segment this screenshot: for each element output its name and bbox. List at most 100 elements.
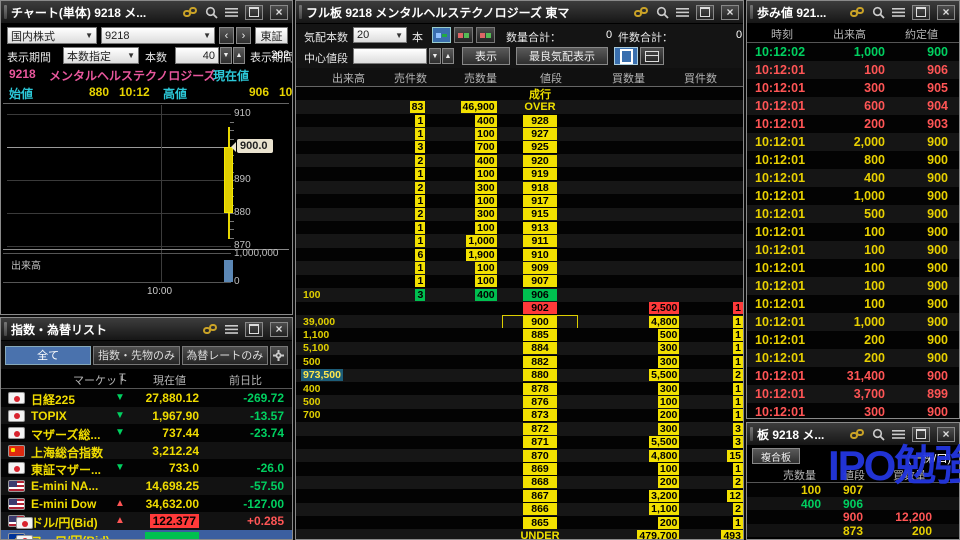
- orderbook-row[interactable]: 500 876 100 1: [296, 395, 743, 409]
- orderbook-row[interactable]: 83 46,900 OVER: [296, 100, 743, 114]
- price-cell[interactable]: 870: [523, 449, 558, 462]
- sell-count-cell[interactable]: 2: [415, 208, 426, 221]
- price-cell[interactable]: 913: [523, 221, 558, 234]
- buy-qty-cell[interactable]: 1,100: [649, 503, 680, 516]
- buy-qty-cell[interactable]: 300: [657, 355, 680, 368]
- maximize-button[interactable]: [912, 426, 930, 442]
- orderbook-row[interactable]: UNDER 479,700 493: [296, 529, 743, 539]
- drag-grip[interactable]: [750, 427, 753, 441]
- close-button[interactable]: ×: [270, 321, 288, 337]
- drag-grip[interactable]: [4, 322, 7, 336]
- orderbook-row[interactable]: 5,100 884 300 1: [296, 341, 743, 356]
- sell-qty-cell[interactable]: 46,900: [460, 101, 497, 114]
- price-cell[interactable]: 871: [523, 436, 558, 449]
- price-cell[interactable]: 910: [523, 248, 558, 261]
- buy-qty-cell[interactable]: 500: [657, 329, 680, 342]
- price-cell[interactable]: 876: [523, 396, 558, 409]
- maximize-button[interactable]: [912, 4, 930, 20]
- sell-qty-cell[interactable]: 100: [475, 194, 497, 207]
- orderbook-row[interactable]: 902 2,500 1: [296, 301, 743, 315]
- maximize-button[interactable]: [245, 321, 263, 337]
- buy-count-cell[interactable]: 15: [727, 449, 743, 462]
- link-icon[interactable]: [634, 6, 649, 18]
- maximize-button[interactable]: [696, 4, 714, 20]
- sell-qty-cell[interactable]: 1,000: [466, 235, 497, 248]
- sell-count-cell[interactable]: 1: [415, 114, 426, 127]
- buy-count-cell[interactable]: 1: [733, 409, 743, 422]
- buy-qty-cell[interactable]: 3,200: [649, 489, 680, 502]
- sell-count-cell[interactable]: 1: [415, 221, 426, 234]
- board-layout-icon-3[interactable]: [476, 27, 495, 43]
- tab-fx-only[interactable]: 為替レートのみ: [181, 345, 268, 365]
- sell-qty-cell[interactable]: 400: [475, 288, 497, 301]
- index-row[interactable]: 上海総合指数 3,212.24: [1, 441, 292, 460]
- center-price-step-down[interactable]: ▼: [429, 48, 441, 64]
- buy-qty-cell[interactable]: 2,500: [649, 302, 680, 315]
- price-cell[interactable]: 919: [523, 168, 558, 181]
- sell-qty-cell[interactable]: 100: [475, 127, 497, 140]
- index-titlebar[interactable]: 指数・為替リスト ×: [1, 318, 292, 341]
- tab-indices-only[interactable]: 指数・先物のみ: [93, 345, 180, 365]
- link-icon[interactable]: [203, 323, 218, 335]
- orderbook-row[interactable]: 500 882 300 1: [296, 355, 743, 369]
- close-button[interactable]: ×: [937, 426, 955, 442]
- sell-qty-cell[interactable]: 1,900: [466, 248, 497, 261]
- buy-count-cell[interactable]: 12: [727, 489, 743, 502]
- buy-count-cell[interactable]: 1: [733, 302, 743, 315]
- buy-qty-cell[interactable]: 200: [657, 409, 680, 422]
- buy-qty-cell[interactable]: 5,500: [649, 436, 680, 449]
- price-cell[interactable]: 869: [523, 463, 558, 476]
- board-row[interactable]: 873 200: [747, 523, 959, 538]
- index-row[interactable]: E-mini NA... 14,698.25 -57.50: [1, 476, 292, 495]
- buy-qty-cell[interactable]: 300: [657, 342, 680, 355]
- price-cell[interactable]: 927: [523, 127, 558, 140]
- orderbook-row[interactable]: 100 3 400 906: [296, 288, 743, 302]
- tape-titlebar[interactable]: 歩み値 921... ×: [747, 1, 959, 24]
- price-cell[interactable]: 868: [523, 476, 558, 489]
- price-cell[interactable]: 925: [523, 141, 558, 154]
- buy-qty-cell[interactable]: 4,800: [649, 449, 680, 462]
- sell-qty-cell[interactable]: 400: [475, 154, 497, 167]
- orderbook-row[interactable]: 3 700 925: [296, 140, 743, 155]
- chart-titlebar[interactable]: チャート(単体) 9218 メ... ×: [1, 1, 292, 24]
- sell-count-cell[interactable]: 3: [415, 141, 426, 154]
- center-price-input[interactable]: [353, 48, 427, 64]
- sell-count-cell[interactable]: 6: [415, 248, 426, 261]
- sell-count-cell[interactable]: 1: [415, 194, 426, 207]
- orderbook-row[interactable]: 1 100 919: [296, 167, 743, 181]
- close-button[interactable]: ×: [721, 4, 739, 20]
- price-cell[interactable]: 878: [523, 382, 558, 395]
- buy-count-cell[interactable]: 2: [733, 476, 743, 489]
- price-cell[interactable]: 成行: [529, 86, 551, 102]
- market-select[interactable]: 国内株式 ▼: [7, 27, 97, 44]
- buy-count-cell[interactable]: 1: [733, 516, 743, 529]
- sell-qty-cell[interactable]: 100: [475, 275, 497, 288]
- maximize-button[interactable]: [245, 4, 263, 20]
- orderbook-row[interactable]: 400 878 300 1: [296, 381, 743, 396]
- best-quote-button[interactable]: 最良気配表示: [516, 47, 608, 65]
- price-cell[interactable]: 866: [523, 503, 558, 516]
- horizontal-layout-toggle[interactable]: [640, 47, 664, 65]
- buy-qty-cell[interactable]: 300: [657, 382, 680, 395]
- menu-icon[interactable]: [225, 324, 238, 335]
- board-titlebar[interactable]: 板 9218 メ... ×: [747, 423, 959, 446]
- sell-count-cell[interactable]: 1: [415, 235, 426, 248]
- sell-qty-cell[interactable]: 700: [475, 141, 497, 154]
- sell-qty-cell[interactable]: 100: [475, 221, 497, 234]
- sell-count-cell[interactable]: 2: [415, 181, 426, 194]
- center-price-step-up[interactable]: ▲: [442, 48, 454, 64]
- orderbook-row[interactable]: 1 100 907: [296, 274, 743, 289]
- menu-icon[interactable]: [892, 429, 905, 440]
- sell-qty-cell[interactable]: 100: [475, 261, 497, 274]
- price-cell[interactable]: 865: [523, 516, 558, 529]
- close-button[interactable]: ×: [937, 4, 955, 20]
- orderbook-row[interactable]: 871 5,500 3: [296, 435, 743, 449]
- buy-qty-cell[interactable]: 479,700: [637, 530, 680, 539]
- price-cell[interactable]: UNDER: [520, 530, 559, 539]
- price-cell[interactable]: 909: [523, 261, 558, 274]
- menu-icon[interactable]: [225, 7, 238, 18]
- fullboard-titlebar[interactable]: フル板 9218 メンタルヘルステクノロジーズ 東マ ×: [296, 1, 743, 24]
- board-row[interactable]: 100 907: [747, 483, 959, 497]
- price-cell[interactable]: 906: [523, 288, 558, 301]
- price-cell[interactable]: 928: [523, 114, 558, 127]
